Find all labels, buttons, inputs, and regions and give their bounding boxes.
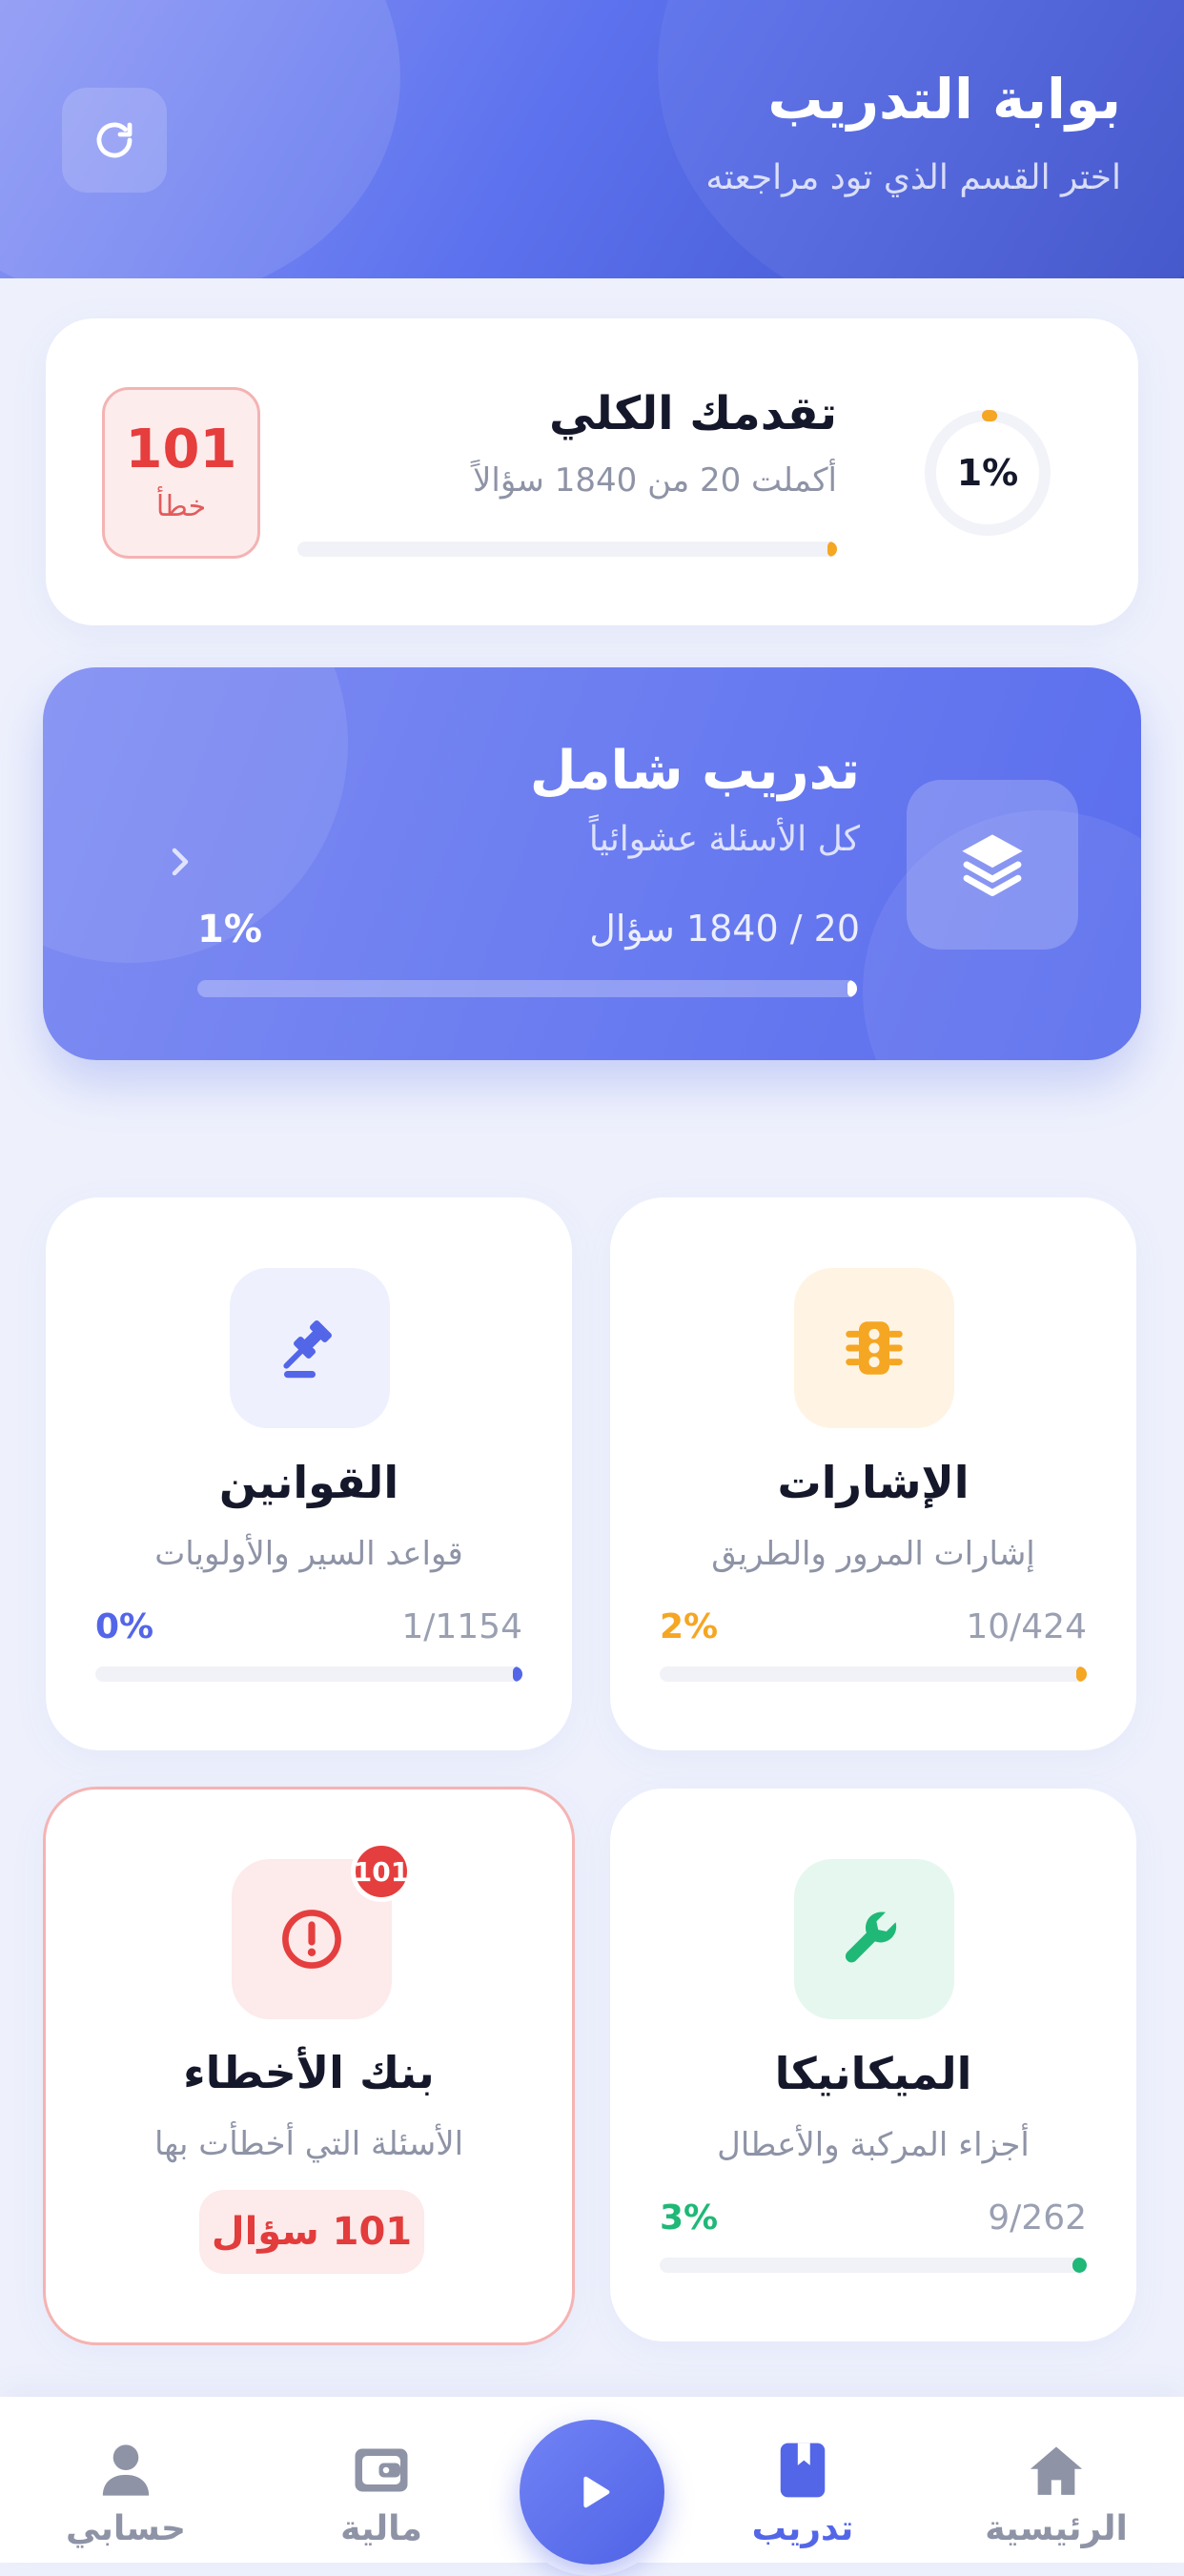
nav-item-training[interactable]: تدريب (707, 2439, 898, 2548)
error-bank-subtitle: الأسئلة التي أخطأت بها (153, 2125, 464, 2163)
wallet-icon (355, 2448, 408, 2492)
nav-label: تدريب (751, 2509, 854, 2548)
comprehensive-subtitle: كل الأسئلة عشوائياً (588, 820, 860, 859)
overall-progress-fill (827, 542, 837, 557)
category-progress-bar (660, 1666, 1087, 1682)
play-button[interactable] (520, 2420, 664, 2565)
progress-ring: 1% (921, 406, 1054, 540)
category-percent: 3% (660, 2198, 719, 2238)
comprehensive-progress-bar (197, 980, 857, 997)
errors-label: خطأ (155, 489, 207, 523)
category-progress-bar (95, 1666, 522, 1682)
overall-progress-bar (297, 542, 837, 557)
comprehensive-title: تدريب شامل (529, 740, 860, 802)
category-title: القوانين (218, 1457, 399, 1508)
page-subtitle: اختر القسم الذي تود مراجعته (705, 158, 1121, 197)
mechanics-icon-box (794, 1859, 954, 2019)
chevron-left-icon (172, 848, 189, 876)
nav-item-finance[interactable]: مالية (286, 2439, 477, 2548)
errors-summary[interactable]: 101 خطأ (102, 387, 260, 559)
gavel-icon (283, 1320, 332, 1379)
bookmark-book-icon (780, 2443, 826, 2498)
nav-label: حسابي (65, 2509, 187, 2548)
comprehensive-progress-fill (847, 980, 857, 997)
nav-item-home[interactable]: الرئيسية (961, 2439, 1152, 2548)
overall-progress-title: تقدمك الكلي (549, 387, 837, 440)
layers-icon (962, 834, 1023, 896)
home-icon (1030, 2446, 1083, 2495)
category-progress-fill (513, 1666, 522, 1682)
category-title: الإشارات (777, 1457, 970, 1508)
refresh-icon (96, 122, 133, 158)
laws-icon-box (230, 1268, 390, 1428)
overall-progress-card: 1% تقدمك الكلي أكملت 20 من 1840 سؤالاً 1… (46, 318, 1138, 625)
header-decoration (658, 0, 1184, 278)
category-count: 1/1154 (401, 1607, 522, 1646)
overall-progress-subtitle: أكملت 20 من 1840 سؤالاً (473, 461, 837, 500)
category-card-error-bank[interactable]: 101 بنك الأخطاء الأسئلة التي أخطأت بها 1… (43, 1787, 575, 2345)
refresh-button[interactable] (62, 88, 167, 193)
comprehensive-training-card[interactable]: تدريب شامل كل الأسئلة عشوائياً 20 / 1840… (43, 667, 1141, 1060)
category-percent: 0% (95, 1607, 154, 1646)
play-icon (583, 2476, 610, 2508)
errors-count: 101 (125, 418, 237, 480)
nav-label: مالية (340, 2509, 422, 2548)
category-count: 9/262 (988, 2198, 1087, 2238)
comprehensive-count: 20 / 1840 سؤال (589, 908, 860, 950)
traffic-light-icon (846, 1321, 903, 1375)
category-title: الميكانيكا (774, 2048, 972, 2099)
error-bank-badge: 101 (351, 1841, 412, 1902)
category-progress-fill (1072, 2258, 1087, 2273)
category-subtitle: قواعد السير والأولويات (154, 1535, 463, 1573)
error-bank-title: بنك الأخطاء (183, 2047, 435, 2098)
signs-icon-box (794, 1268, 954, 1428)
alert-circle-icon (282, 1910, 341, 1969)
card-decoration (43, 667, 348, 963)
category-subtitle: إشارات المرور والطريق (711, 1535, 1035, 1573)
wrench-icon (845, 1912, 897, 1963)
category-progress-bar (660, 2258, 1087, 2273)
category-card-laws[interactable]: القوانين قواعد السير والأولويات 1/1154 0… (46, 1197, 572, 1750)
category-subtitle: أجزاء المركبة والأعطال (717, 2126, 1030, 2164)
error-bank-count-pill[interactable]: 101 سؤال (199, 2190, 424, 2274)
category-card-mechanics[interactable]: الميكانيكا أجزاء المركبة والأعطال 9/262 … (610, 1789, 1136, 2341)
comprehensive-icon-box (907, 780, 1078, 950)
category-card-signs[interactable]: الإشارات إشارات المرور والطريق 10/424 2% (610, 1197, 1136, 1750)
progress-ring-percent: 1% (956, 452, 1019, 494)
header-decoration (0, 0, 400, 278)
play-button-ring (508, 2408, 676, 2576)
category-progress-fill (1076, 1666, 1087, 1682)
category-count: 10/424 (966, 1607, 1087, 1646)
user-icon (102, 2444, 150, 2496)
comprehensive-percent: 1% (197, 908, 262, 951)
category-percent: 2% (660, 1607, 719, 1646)
nav-label: الرئيسية (985, 2509, 1128, 2548)
nav-item-account[interactable]: حسابي (31, 2439, 221, 2548)
page-title: بوابة التدريب (767, 67, 1121, 132)
header: بوابة التدريب اختر القسم الذي تود مراجعت… (0, 0, 1184, 278)
